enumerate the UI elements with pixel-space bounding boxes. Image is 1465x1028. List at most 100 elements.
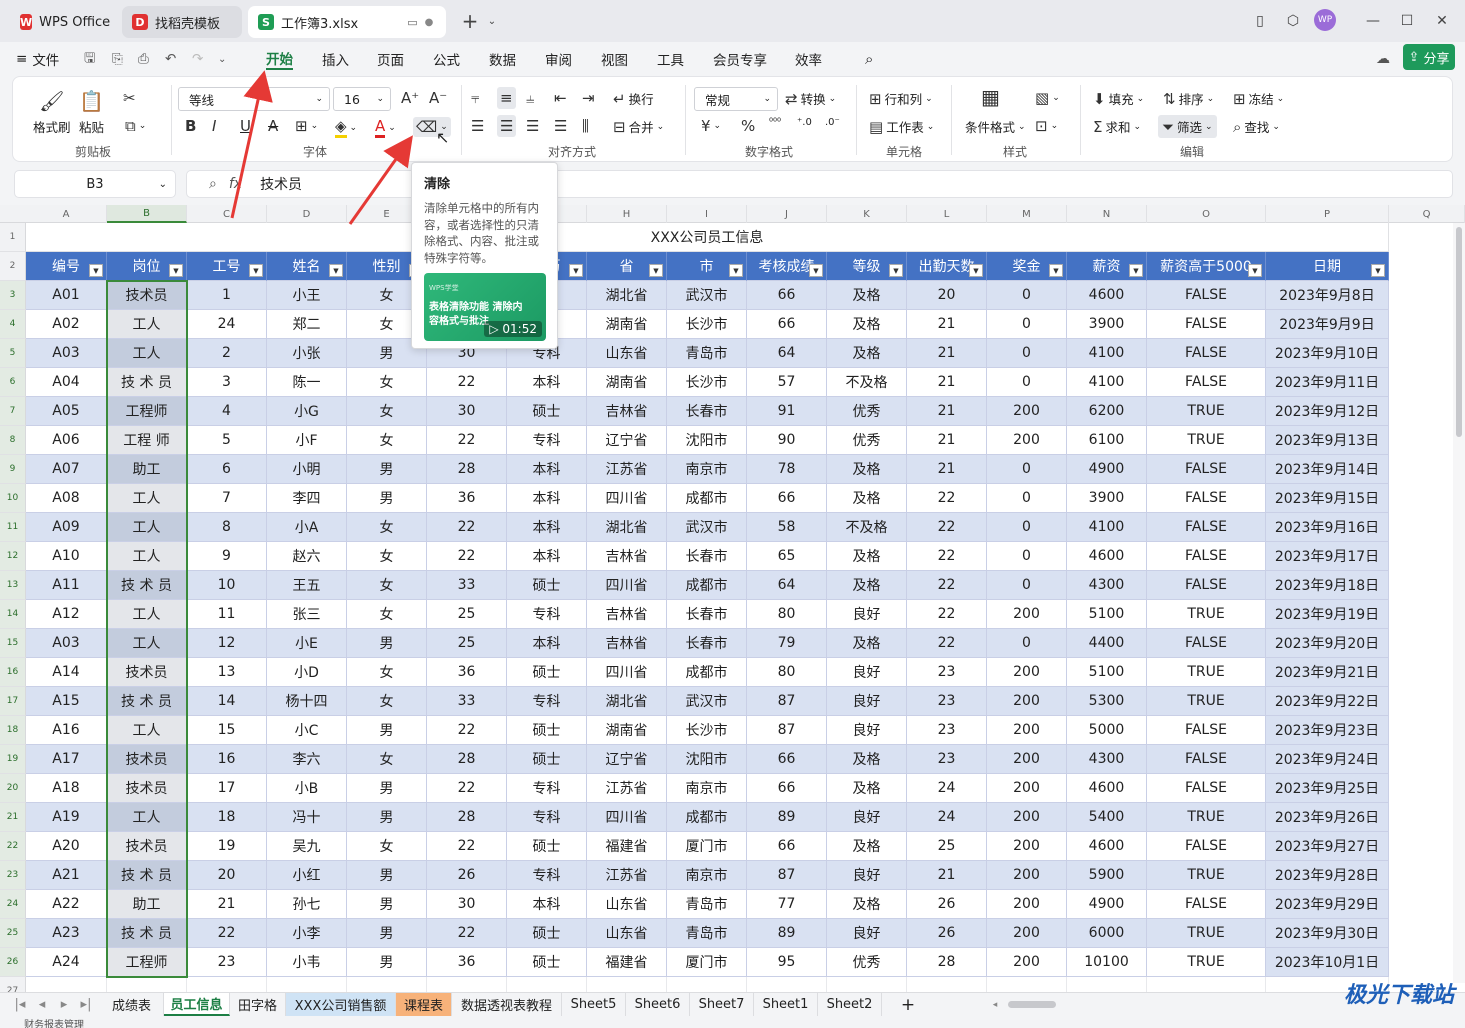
table-cell[interactable]	[267, 977, 347, 992]
table-cell[interactable]: A04	[26, 368, 107, 397]
fill-color-button[interactable]: ◈ ⌄	[335, 117, 357, 138]
table-cell[interactable]: 33	[427, 687, 507, 716]
table-cell[interactable]: 四川省	[587, 571, 667, 600]
table-cell[interactable]: 2023年9月15日	[1266, 484, 1389, 513]
table-cell[interactable]: A22	[26, 890, 107, 919]
table-cell[interactable]: 长春市	[667, 629, 747, 658]
table-cell[interactable]: 2023年9月21日	[1266, 658, 1389, 687]
table-cell[interactable]: 36	[427, 658, 507, 687]
table-cell[interactable]: 硕士	[507, 919, 587, 948]
table-cell[interactable]: 湖南省	[587, 716, 667, 745]
column-header-q[interactable]: Q	[1389, 205, 1465, 223]
table-cell[interactable]: 男	[347, 484, 427, 513]
table-cell[interactable]: 20	[187, 861, 267, 890]
table-cell[interactable]: 技术员	[107, 281, 187, 310]
table-cell[interactable]: 张三	[267, 600, 347, 629]
table-cell[interactable]: 硕士	[507, 745, 587, 774]
row-header[interactable]: 12	[0, 542, 26, 571]
row-header[interactable]: 3	[0, 281, 26, 310]
table-cell[interactable]: 长沙市	[667, 716, 747, 745]
table-cell[interactable]: 2023年9月19日	[1266, 600, 1389, 629]
table-cell[interactable]: 6100	[1067, 426, 1147, 455]
table-cell[interactable]: 4100	[1067, 368, 1147, 397]
menu-efficiency[interactable]: 效率	[795, 48, 822, 70]
table-cell[interactable]: 24	[187, 310, 267, 339]
formula-bar[interactable]: ⌕ fx 技术员	[186, 170, 1453, 198]
filter-dropdown-icon[interactable]: ▼	[89, 264, 103, 277]
tab-workbook[interactable]: S 工作簿3.xlsx ▭ ●	[248, 6, 446, 38]
table-cell[interactable]: 四川省	[587, 658, 667, 687]
table-cell[interactable]: 女	[347, 745, 427, 774]
last-sheet-icon[interactable]: ▸|	[76, 993, 96, 1016]
percent-button[interactable]: %	[741, 117, 755, 135]
table-cell[interactable]: 5100	[1067, 600, 1147, 629]
vertical-scrollbar[interactable]	[1453, 223, 1465, 983]
table-cell[interactable]: A15	[26, 687, 107, 716]
table-cell[interactable]: 5100	[1067, 658, 1147, 687]
more-chevron-icon[interactable]: ⌄	[218, 48, 226, 70]
table-cell[interactable]: 武汉市	[667, 687, 747, 716]
increase-font-icon[interactable]: A⁺	[401, 89, 419, 107]
table-cell[interactable]	[187, 977, 267, 992]
table-cell[interactable]: 工人	[107, 803, 187, 832]
table-cell[interactable]: 郑二	[267, 310, 347, 339]
table-cell[interactable]: 优秀	[827, 948, 907, 977]
table-cell[interactable]: 沈阳市	[667, 745, 747, 774]
table-cell[interactable]: 200	[987, 832, 1067, 861]
table-cell[interactable]: 58	[747, 513, 827, 542]
table-cell[interactable]: 2023年9月16日	[1266, 513, 1389, 542]
table-cell[interactable]: 专科	[507, 861, 587, 890]
table-cell[interactable]: 小F	[267, 426, 347, 455]
table-cell[interactable]: 吉林省	[587, 600, 667, 629]
table-cell[interactable]: 79	[747, 629, 827, 658]
filter-dropdown-icon[interactable]: ▼	[809, 264, 823, 277]
column-header-p[interactable]: P	[1266, 205, 1389, 223]
sheet-tab[interactable]: Sheet2	[818, 993, 882, 1016]
table-cell[interactable]: 辽宁省	[587, 745, 667, 774]
table-cell[interactable]: 沈阳市	[667, 426, 747, 455]
table-cell[interactable]: 23	[907, 687, 987, 716]
font-name-select[interactable]: 等线 ⌄	[178, 87, 330, 111]
table-cell[interactable]: 良好	[827, 658, 907, 687]
table-cell[interactable]: 女	[347, 542, 427, 571]
row-header[interactable]: 7	[0, 397, 26, 426]
table-cell[interactable]: FALSE	[1147, 832, 1266, 861]
table-cell[interactable]: 87	[747, 687, 827, 716]
header-cell[interactable]: 省 ▼	[587, 252, 667, 281]
row-header[interactable]: 16	[0, 658, 26, 687]
menu-tools[interactable]: 工具	[657, 48, 684, 70]
table-cell[interactable]: 22	[907, 629, 987, 658]
table-cell[interactable]: 技 术 员	[107, 687, 187, 716]
table-cell[interactable]: 吉林省	[587, 542, 667, 571]
table-cell[interactable]: A01	[26, 281, 107, 310]
table-cell[interactable]: 10100	[1067, 948, 1147, 977]
table-cell[interactable]: 6200	[1067, 397, 1147, 426]
table-cell[interactable]	[507, 977, 587, 992]
table-cell[interactable]: 赵六	[267, 542, 347, 571]
cut-icon[interactable]: ✂	[123, 89, 136, 107]
increase-decimal-icon[interactable]: ⁺.0	[797, 117, 812, 128]
filter-button[interactable]: ⏷ 筛选 ⌄	[1158, 115, 1217, 138]
table-cell[interactable]: 23	[907, 716, 987, 745]
table-cell[interactable]: 2023年9月27日	[1266, 832, 1389, 861]
header-cell[interactable]: 岗位 ▼	[107, 252, 187, 281]
table-cell[interactable]: TRUE	[1147, 948, 1266, 977]
chevron-down-icon[interactable]: ⌄	[480, 9, 504, 33]
table-cell[interactable]: 成都市	[667, 658, 747, 687]
table-cell[interactable]: 南京市	[667, 455, 747, 484]
font-size-select[interactable]: 16 ⌄	[333, 87, 391, 111]
add-sheet-button[interactable]: +	[898, 993, 918, 1016]
menu-member[interactable]: 会员专享	[713, 48, 767, 70]
table-cell[interactable]: 3	[187, 368, 267, 397]
table-cell[interactable]: 4900	[1067, 890, 1147, 919]
redo-icon[interactable]: ↷	[192, 48, 203, 70]
table-cell[interactable]: 不及格	[827, 513, 907, 542]
table-cell[interactable]	[827, 977, 907, 992]
table-cell[interactable]: 湖南省	[587, 310, 667, 339]
table-cell[interactable]: 工程师	[107, 397, 187, 426]
table-cell[interactable]: 22	[907, 571, 987, 600]
justify-icon[interactable]: ☰	[554, 117, 567, 135]
table-cell[interactable]: 杨十四	[267, 687, 347, 716]
table-cell[interactable]: A08	[26, 484, 107, 513]
table-cell[interactable]: 200	[987, 948, 1067, 977]
